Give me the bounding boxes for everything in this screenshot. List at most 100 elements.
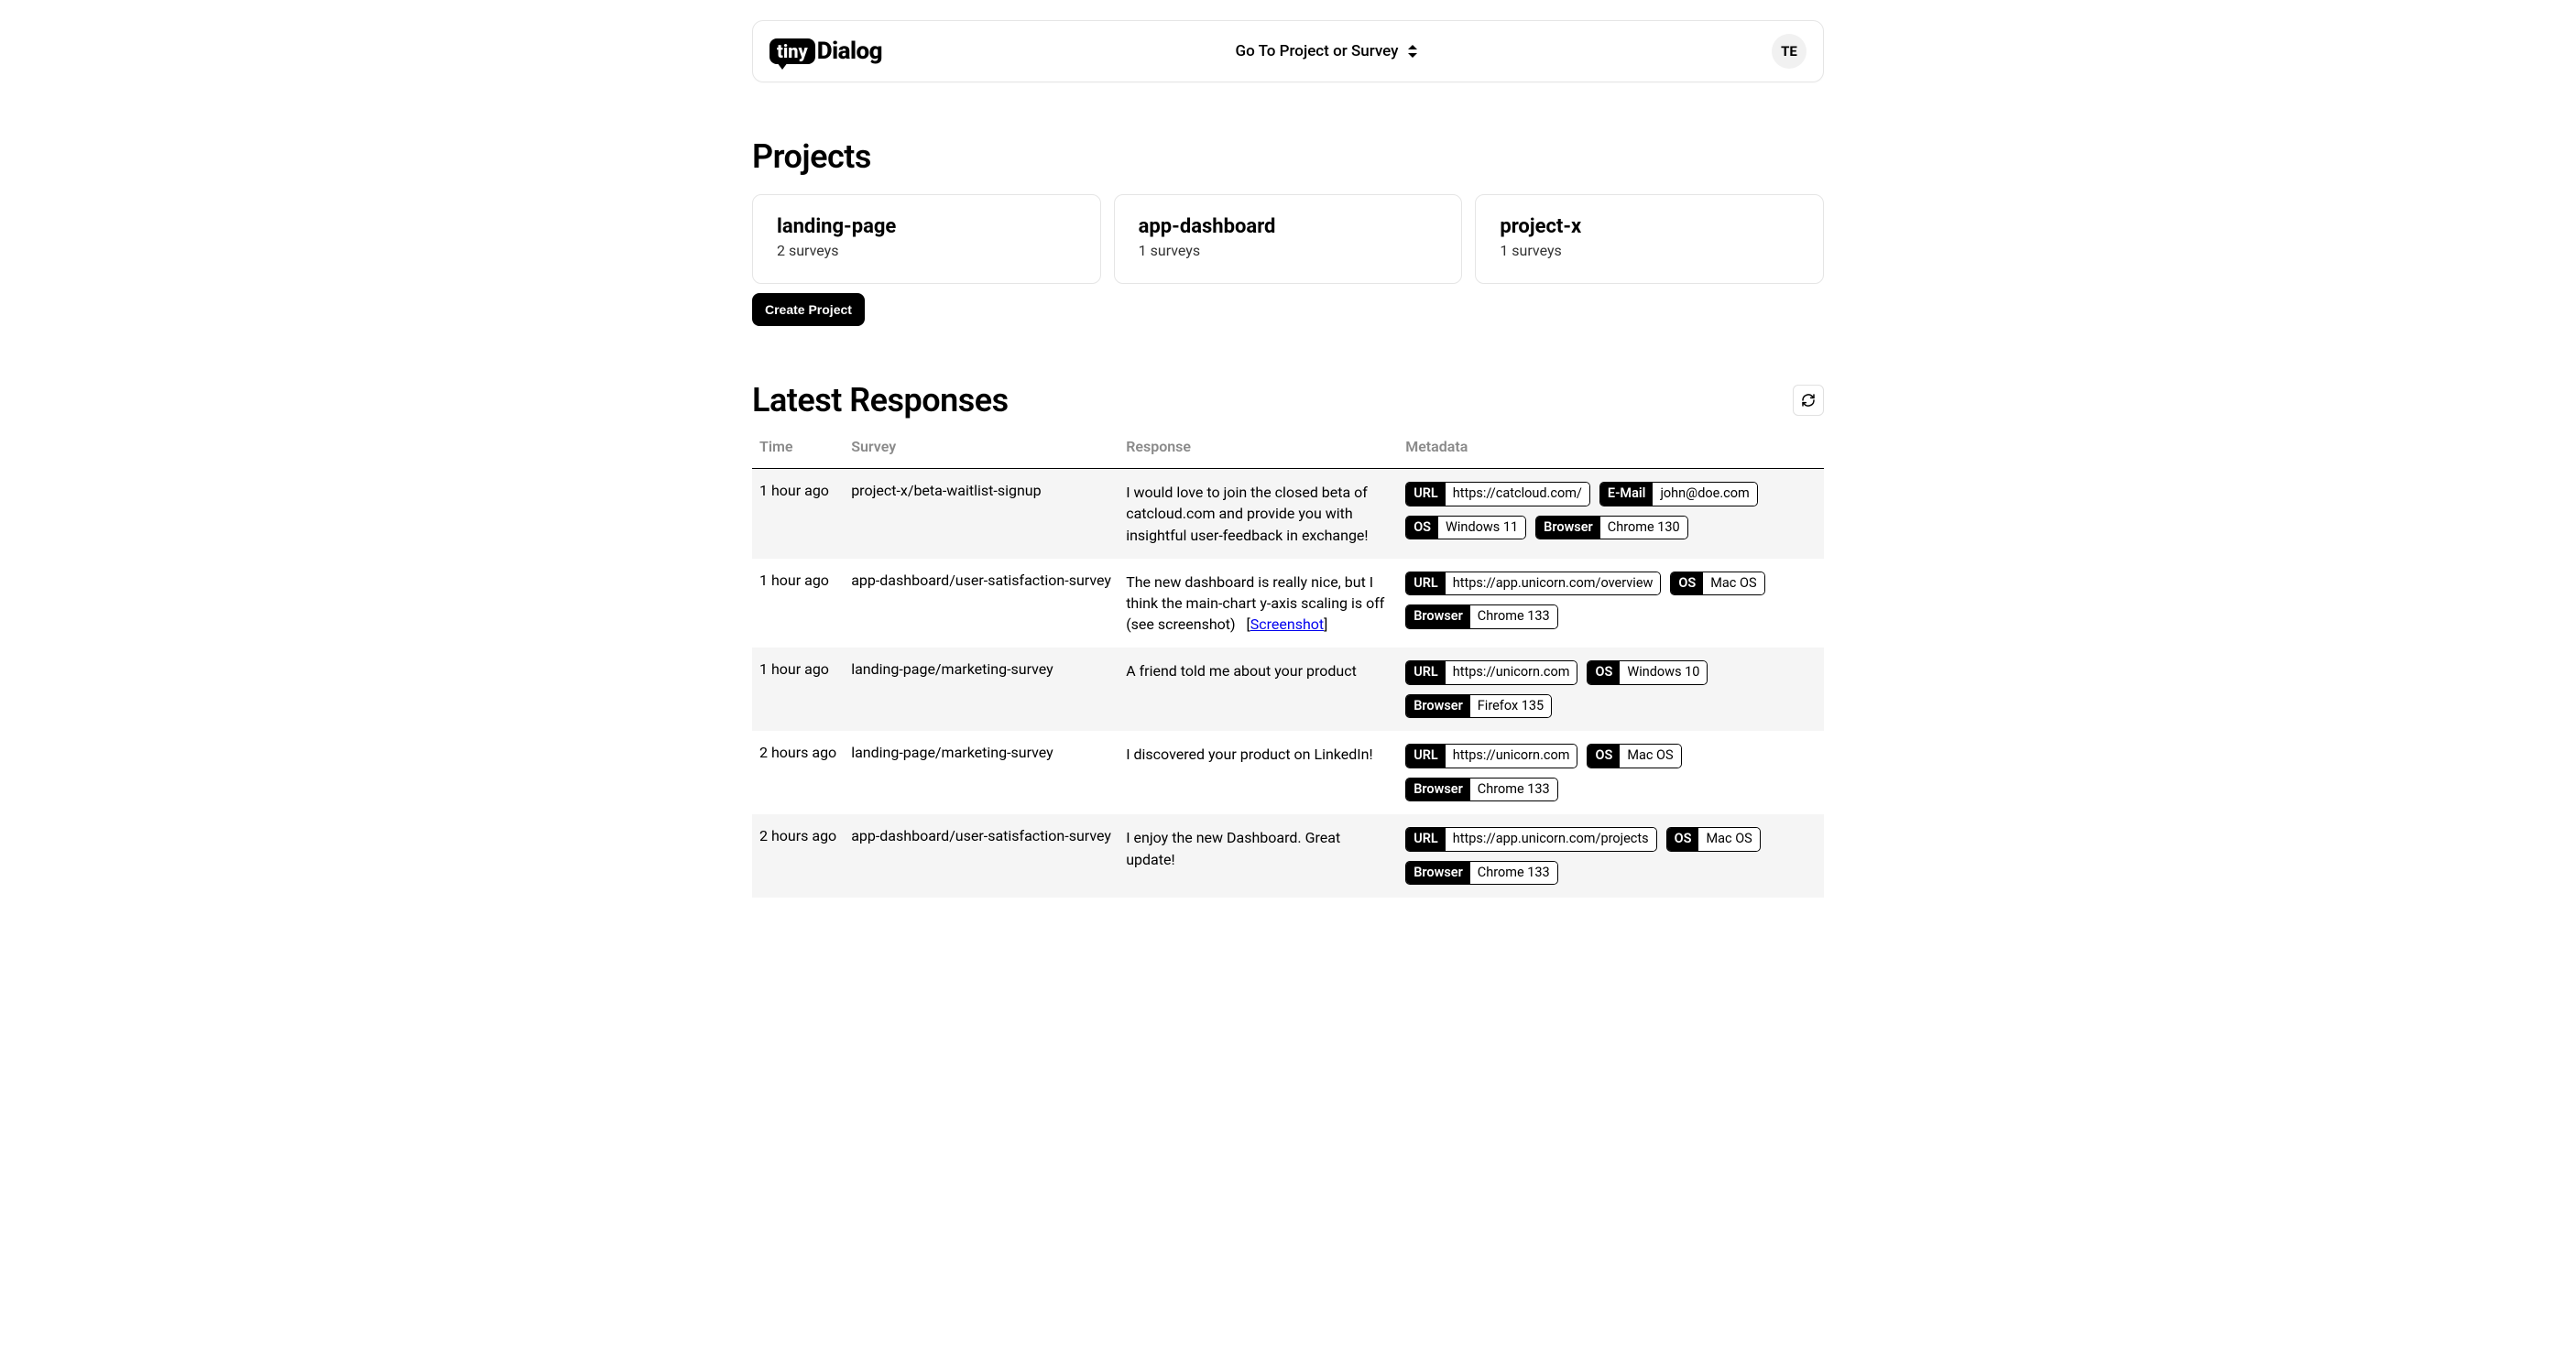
cell-survey: landing-page/marketing-survey xyxy=(844,731,1119,814)
refresh-icon xyxy=(1801,393,1816,408)
meta-tag: URLhttps://app.unicorn.com/overview xyxy=(1405,572,1661,596)
cell-survey: app-dashboard/user-satisfaction-survey xyxy=(844,814,1119,898)
meta-tag: BrowserChrome 133 xyxy=(1405,778,1558,802)
meta-tag: BrowserChrome 133 xyxy=(1405,604,1558,629)
table-row: 1 hour agoproject-x/beta-waitlist-signup… xyxy=(752,469,1824,559)
cell-time: 2 hours ago xyxy=(752,814,844,898)
meta-key: Browser xyxy=(1406,862,1470,885)
chevron-updown-icon xyxy=(1406,45,1419,58)
project-card[interactable]: app-dashboard 1 surveys xyxy=(1114,194,1463,284)
cell-response: I discovered your product on LinkedIn! xyxy=(1119,731,1398,814)
meta-key: OS xyxy=(1667,828,1699,851)
cell-time: 1 hour ago xyxy=(752,559,844,648)
meta-tag: BrowserChrome 130 xyxy=(1535,516,1688,540)
meta-value: https://unicorn.com xyxy=(1446,745,1577,768)
meta-tag: BrowserFirefox 135 xyxy=(1405,694,1552,719)
project-survey-count: 1 surveys xyxy=(1139,242,1438,259)
meta-key: URL xyxy=(1406,745,1446,768)
cell-response: The new dashboard is really nice, but I … xyxy=(1119,559,1398,648)
cell-time: 1 hour ago xyxy=(752,469,844,559)
meta-key: Browser xyxy=(1406,779,1470,801)
goto-project-label: Go To Project or Survey xyxy=(1236,42,1399,60)
meta-key: E-Mail xyxy=(1600,483,1654,506)
meta-value: https://catcloud.com/ xyxy=(1446,483,1589,506)
meta-value: Mac OS xyxy=(1620,745,1680,768)
meta-value: john@doe.com xyxy=(1653,483,1756,506)
meta-value: Mac OS xyxy=(1703,572,1763,595)
meta-key: OS xyxy=(1588,745,1620,768)
meta-value: https://app.unicorn.com/overview xyxy=(1446,572,1661,595)
meta-key: Browser xyxy=(1406,605,1470,628)
meta-tag: E-Mailjohn@doe.com xyxy=(1599,482,1758,506)
col-time: Time xyxy=(752,427,844,469)
logo-bubble: tiny xyxy=(770,38,815,64)
meta-value: Firefox 135 xyxy=(1470,695,1551,718)
cell-metadata: URLhttps://app.unicorn.com/projects OSMac… xyxy=(1398,814,1824,898)
cell-metadata: URLhttps://unicorn.com OSWindows 10 Browse… xyxy=(1398,648,1824,731)
meta-key: OS xyxy=(1406,517,1438,539)
project-card[interactable]: landing-page 2 surveys xyxy=(752,194,1101,284)
meta-value: https://app.unicorn.com/projects xyxy=(1446,828,1656,851)
goto-project-dropdown[interactable]: Go To Project or Survey xyxy=(1236,42,1419,60)
meta-tag: OSMac OS xyxy=(1666,827,1761,852)
projects-title: Projects xyxy=(752,137,1824,176)
refresh-button[interactable] xyxy=(1793,385,1824,416)
meta-tag: URLhttps://app.unicorn.com/projects xyxy=(1405,827,1656,852)
table-row: 1 hour agoapp-dashboard/user-satisfactio… xyxy=(752,559,1824,648)
col-metadata: Metadata xyxy=(1398,427,1824,469)
cell-response: A friend told me about your product xyxy=(1119,648,1398,731)
meta-value: Windows 11 xyxy=(1438,517,1525,539)
meta-key: OS xyxy=(1588,661,1620,684)
cell-time: 1 hour ago xyxy=(752,648,844,731)
meta-tag: BrowserChrome 133 xyxy=(1405,861,1558,886)
cell-response: I enjoy the new Dashboard. Great update! xyxy=(1119,814,1398,898)
logo[interactable]: tiny Dialog xyxy=(770,38,882,65)
meta-key: Browser xyxy=(1536,517,1600,539)
cell-metadata: URLhttps://app.unicorn.com/overview OSMac… xyxy=(1398,559,1824,648)
avatar-initials: TE xyxy=(1781,43,1797,60)
meta-tag: URLhttps://catcloud.com/ xyxy=(1405,482,1590,506)
meta-value: Windows 10 xyxy=(1620,661,1707,684)
responses-title: Latest Responses xyxy=(752,381,1009,419)
meta-tag: URLhttps://unicorn.com xyxy=(1405,660,1577,685)
logo-text: Dialog xyxy=(817,38,882,65)
meta-tag: OSWindows 11 xyxy=(1405,516,1526,540)
meta-key: Browser xyxy=(1406,695,1470,718)
meta-key: URL xyxy=(1406,661,1446,684)
cell-time: 2 hours ago xyxy=(752,731,844,814)
projects-grid: landing-page 2 surveys app-dashboard 1 surv… xyxy=(752,194,1824,284)
cell-response: I would love to join the closed beta of … xyxy=(1119,469,1398,559)
meta-value: https://unicorn.com xyxy=(1446,661,1577,684)
project-name: landing-page xyxy=(777,215,1076,238)
meta-key: URL xyxy=(1406,828,1446,851)
meta-value: Chrome 133 xyxy=(1470,779,1557,801)
cell-metadata: URLhttps://catcloud.com/E-Mailjohn@doe.c… xyxy=(1398,469,1824,559)
col-response: Response xyxy=(1119,427,1398,469)
meta-tag: OSWindows 10 xyxy=(1587,660,1708,685)
project-name: project-x xyxy=(1500,215,1799,238)
cell-metadata: URLhttps://unicorn.com OSMac OS BrowserChr… xyxy=(1398,731,1824,814)
avatar[interactable]: TE xyxy=(1772,34,1806,69)
meta-key: URL xyxy=(1406,572,1446,595)
meta-key: URL xyxy=(1406,483,1446,506)
cell-survey: app-dashboard/user-satisfaction-survey xyxy=(844,559,1119,648)
meta-value: Chrome 133 xyxy=(1470,605,1557,628)
meta-tag: OSMac OS xyxy=(1587,744,1681,768)
cell-survey: landing-page/marketing-survey xyxy=(844,648,1119,731)
project-survey-count: 1 surveys xyxy=(1500,242,1799,259)
meta-tag: OSMac OS xyxy=(1670,572,1764,596)
table-row: 1 hour agolanding-page/marketing-surveyA… xyxy=(752,648,1824,731)
col-survey: Survey xyxy=(844,427,1119,469)
create-project-button[interactable]: Create Project xyxy=(752,293,865,326)
project-survey-count: 2 surveys xyxy=(777,242,1076,259)
project-card[interactable]: project-x 1 surveys xyxy=(1475,194,1824,284)
screenshot-link[interactable]: Screenshot xyxy=(1250,615,1324,633)
meta-tag: URLhttps://unicorn.com xyxy=(1405,744,1577,768)
table-row: 2 hours agoapp-dashboard/user-satisfacti… xyxy=(752,814,1824,898)
meta-value: Chrome 133 xyxy=(1470,862,1557,885)
cell-survey: project-x/beta-waitlist-signup xyxy=(844,469,1119,559)
table-row: 2 hours agolanding-page/marketing-survey… xyxy=(752,731,1824,814)
meta-key: OS xyxy=(1671,572,1703,595)
project-name: app-dashboard xyxy=(1139,215,1438,238)
top-bar: tiny Dialog Go To Project or Survey TE xyxy=(752,20,1824,82)
